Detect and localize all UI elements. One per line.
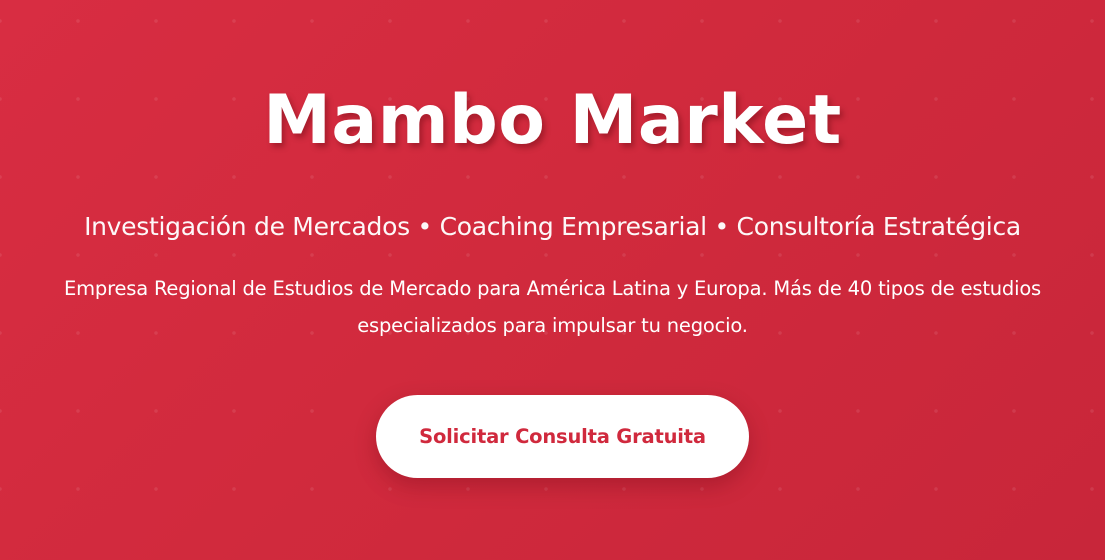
company-description: Empresa Regional de Estudios de Mercado …	[63, 277, 1042, 337]
page-title: Mambo Market	[263, 81, 842, 160]
hero-section: Mambo Market Investigación de Mercados •…	[0, 0, 1105, 560]
request-consultation-button[interactable]: Solicitar Consulta Gratuita	[376, 395, 749, 478]
hero-content: Mambo Market Investigación de Mercados •…	[0, 0, 1105, 560]
services-subtitle: Investigación de Mercados • Coaching Emp…	[84, 212, 1021, 241]
